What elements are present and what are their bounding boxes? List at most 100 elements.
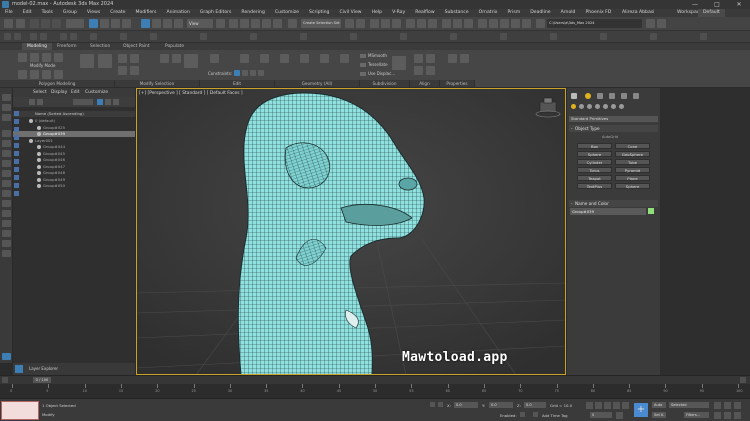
constraint-face-icon[interactable] <box>250 70 256 76</box>
object-color-swatch[interactable] <box>648 208 654 214</box>
ribbon-icon[interactable] <box>80 54 94 68</box>
menu-group[interactable]: Group <box>58 9 82 17</box>
shapes-icon[interactable] <box>579 104 584 109</box>
scene-tree-row[interactable]: Group#044 <box>13 144 135 150</box>
edit-named-selection-icon[interactable] <box>288 19 297 28</box>
textplus-button[interactable]: TextPlus <box>577 183 612 189</box>
ribbon-icon[interactable] <box>30 53 39 62</box>
msmooth-button[interactable]: MSmooth <box>360 53 387 59</box>
scene-tree-row[interactable]: Group#046 <box>13 157 135 163</box>
filter-toggle-icon[interactable] <box>14 175 19 180</box>
helpers-icon[interactable] <box>603 104 608 109</box>
render-production-icon[interactable] <box>464 19 473 28</box>
select-by-name-icon[interactable] <box>100 19 109 28</box>
rectangular-selection-icon[interactable] <box>111 19 120 28</box>
pyramid-button[interactable]: Pyramid <box>615 167 650 173</box>
pivot-center-icon[interactable] <box>216 19 225 28</box>
spacewarps-icon[interactable] <box>611 104 616 109</box>
filter-xrefs-icon[interactable] <box>2 200 11 207</box>
enabled-checkbox[interactable] <box>520 412 525 417</box>
filter-toggle-icon[interactable] <box>14 151 19 156</box>
menu-deadline[interactable]: Deadline <box>525 9 555 17</box>
filter-toggle-icon[interactable] <box>14 111 19 116</box>
tool-icon[interactable] <box>40 33 47 40</box>
visibility-icon[interactable] <box>37 125 41 130</box>
filter-groups-icon[interactable] <box>2 190 11 197</box>
tube-button[interactable]: Tube <box>615 159 650 165</box>
orbit-icon[interactable] <box>734 412 741 419</box>
scene-tree-row[interactable]: Group#049 <box>13 177 135 183</box>
spinner-snap-icon[interactable] <box>273 19 282 28</box>
field-of-view-icon[interactable] <box>714 412 721 419</box>
scene-menu-edit[interactable]: Edit <box>71 88 80 97</box>
use-displacement-button[interactable]: Use Displac... <box>360 71 395 77</box>
maxscript-listener[interactable] <box>1 401 39 420</box>
constraint-edge-icon[interactable] <box>242 70 248 76</box>
ribbon-icon[interactable] <box>18 53 27 62</box>
align-icon[interactable] <box>356 19 365 28</box>
ribbon-icon[interactable] <box>460 54 469 63</box>
object-type-rollout[interactable]: Object Type <box>569 125 658 132</box>
auto-key-button[interactable]: Auto <box>652 402 666 408</box>
undo-icon[interactable] <box>4 19 13 28</box>
hierarchy-tab-icon[interactable] <box>597 93 603 99</box>
ribbon-icon[interactable] <box>42 53 51 62</box>
add-layer-icon[interactable] <box>105 99 111 105</box>
menu-customize[interactable]: Customize <box>270 9 304 17</box>
selection-filter-dropdown[interactable] <box>66 19 84 28</box>
curve-editor-icon[interactable] <box>406 19 415 28</box>
tool-icon[interactable] <box>400 33 407 40</box>
geometry-icon[interactable] <box>571 104 576 109</box>
previous-key-icon[interactable] <box>595 402 602 409</box>
redo-icon[interactable] <box>16 19 25 28</box>
filter-lights-icon[interactable] <box>2 150 11 157</box>
sphere-button[interactable]: Sphere <box>577 151 612 157</box>
named-selection-sets-dropdown[interactable]: Create Selection Set <box>301 19 341 28</box>
ribbon-icon[interactable] <box>172 54 181 63</box>
filter-cameras-icon[interactable] <box>2 160 11 167</box>
sphere-cap-button[interactable]: Sphere <box>615 183 650 189</box>
ribbon-icon[interactable] <box>240 54 249 63</box>
go-to-end-icon[interactable] <box>622 402 629 409</box>
tool-icon[interactable] <box>550 33 557 40</box>
layer-options-icon[interactable] <box>113 99 119 105</box>
motion-tab-icon[interactable] <box>609 93 615 99</box>
arnold-render-icon[interactable] <box>536 19 545 28</box>
render-setup-icon[interactable] <box>442 19 451 28</box>
filter-containers-icon[interactable] <box>2 220 11 227</box>
autogrid-checkbox[interactable]: AutoGrid <box>602 135 618 139</box>
ribbon-icon[interactable] <box>426 66 435 75</box>
filter-toggle-icon[interactable] <box>14 119 19 124</box>
scene-menu-customize[interactable]: Customize <box>85 88 108 97</box>
constraint-none-icon[interactable] <box>234 70 240 76</box>
next-frame-icon[interactable] <box>740 377 746 383</box>
menu-help[interactable]: Help <box>367 9 387 17</box>
visibility-icon[interactable] <box>37 132 41 136</box>
ribbon-icon[interactable] <box>118 66 127 75</box>
search-field[interactable] <box>73 99 93 105</box>
ribbon-icon[interactable] <box>340 54 349 63</box>
section-edit[interactable]: Edit <box>200 80 275 87</box>
perspective-viewport[interactable]: [+] [Perspective ] [ Standard ] [ Defaul… <box>136 88 566 375</box>
scene-menu-select[interactable]: Select <box>33 88 47 97</box>
display-icon[interactable] <box>2 114 11 121</box>
time-slider[interactable]: 0 / 100 <box>0 375 750 384</box>
scene-tree-row[interactable]: Group#048 <box>13 170 135 176</box>
unlink-icon[interactable] <box>41 19 50 28</box>
toggle-ribbon-icon[interactable] <box>392 19 401 28</box>
category-dropdown[interactable]: Standard Primitives <box>569 116 658 122</box>
close-button[interactable]: ✕ <box>728 0 750 9</box>
project-path-field[interactable]: C:\Users\a\3ds_Max 2024 <box>547 19 642 28</box>
timeline-track[interactable]: 0 5 10 15 20 25 30 35 40 45 50 55 60 65 70 75 80 85 90 95 10… <box>0 384 750 398</box>
tab-freeform[interactable]: Freeform <box>52 43 82 50</box>
toggle-scene-explorer-icon[interactable] <box>370 19 379 28</box>
absolute-mode-icon[interactable] <box>438 402 443 407</box>
filter-helpers-icon[interactable] <box>2 170 11 177</box>
mirror-icon[interactable] <box>345 19 354 28</box>
select-icon[interactable] <box>2 104 11 111</box>
select-scale-icon[interactable] <box>163 19 172 28</box>
ribbon-icon[interactable] <box>98 54 112 68</box>
vray-frame-buffer-icon[interactable] <box>522 19 531 28</box>
menu-rendering[interactable]: Rendering <box>236 9 269 17</box>
time-tag-icon[interactable] <box>533 412 538 417</box>
